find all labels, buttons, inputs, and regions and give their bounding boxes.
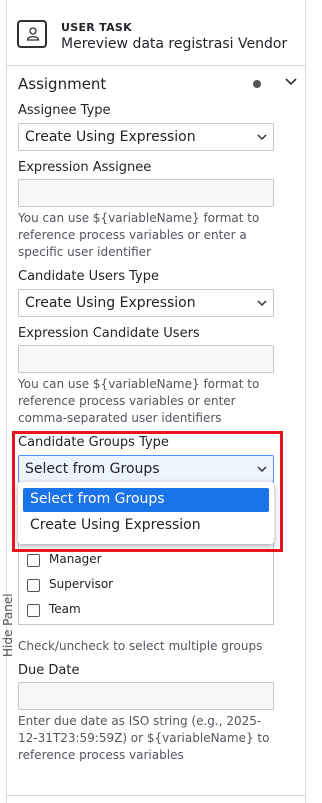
group-option-label: Team: [49, 602, 81, 616]
group-header-assignment[interactable]: Assignment: [7, 66, 305, 100]
panel-header: USER TASK Mereview data registrasi Vendo…: [7, 0, 305, 66]
expression-candidate-users-label: Expression Candidate Users: [18, 326, 200, 341]
groups-checklist: Manager Supervisor Team: [18, 540, 274, 625]
candidate-groups-type-select[interactable]: Select from Groups: [18, 455, 274, 483]
chevron-down-icon: [257, 134, 267, 141]
checkbox[interactable]: [27, 579, 40, 592]
assignee-type-value: Create Using Expression: [25, 129, 196, 145]
user-task-icon: [17, 20, 47, 48]
properties-panel: USER TASK Mereview data registrasi Vendo…: [6, 0, 306, 803]
group-option-label: Manager: [49, 552, 102, 566]
candidate-users-type-value: Create Using Expression: [25, 295, 196, 311]
expression-assignee-hint: You can use ${variableName} format to re…: [18, 211, 260, 259]
chevron-down-icon[interactable]: [283, 74, 299, 90]
candidate-groups-type-value: Select from Groups: [25, 461, 160, 477]
divider: [7, 795, 305, 796]
assignee-type-select[interactable]: Create Using Expression: [18, 123, 274, 151]
groups-hint: Check/uncheck to select multiple groups: [18, 639, 263, 653]
chevron-down-icon: [257, 300, 267, 307]
candidate-groups-type-dropdown: Select from Groups Create Using Expressi…: [18, 482, 274, 544]
expression-assignee-label: Expression Assignee: [18, 160, 152, 175]
assignee-type-label: Assignee Type: [18, 103, 111, 118]
expression-candidate-users-input[interactable]: [18, 345, 274, 373]
hide-panel-toggle[interactable]: Hide Panel: [1, 593, 15, 657]
group-data-indicator: [253, 80, 261, 88]
due-date-input[interactable]: [18, 682, 274, 710]
candidate-users-type-label: Candidate Users Type: [18, 269, 159, 284]
checkbox[interactable]: [27, 604, 40, 617]
group-option-label: Supervisor: [49, 577, 114, 591]
checkbox[interactable]: [27, 554, 40, 567]
due-date-label: Due Date: [18, 663, 80, 678]
group-title: Assignment: [18, 75, 107, 93]
element-name: Mereview data registrasi Vendor: [61, 36, 288, 52]
chevron-down-icon: [257, 466, 267, 473]
expression-assignee-input[interactable]: [18, 179, 274, 207]
expression-candidate-users-hint: You can use ${variableName} format to re…: [18, 377, 260, 425]
dropdown-option-select-from-groups[interactable]: Select from Groups: [23, 488, 269, 512]
due-date-hint: Enter due date as ISO string (e.g., 2025…: [18, 714, 270, 762]
dropdown-option-create-using-expression[interactable]: Create Using Expression: [23, 514, 269, 538]
candidate-users-type-select[interactable]: Create Using Expression: [18, 289, 274, 317]
candidate-groups-type-label: Candidate Groups Type: [18, 435, 169, 450]
element-type: USER TASK: [61, 21, 132, 34]
